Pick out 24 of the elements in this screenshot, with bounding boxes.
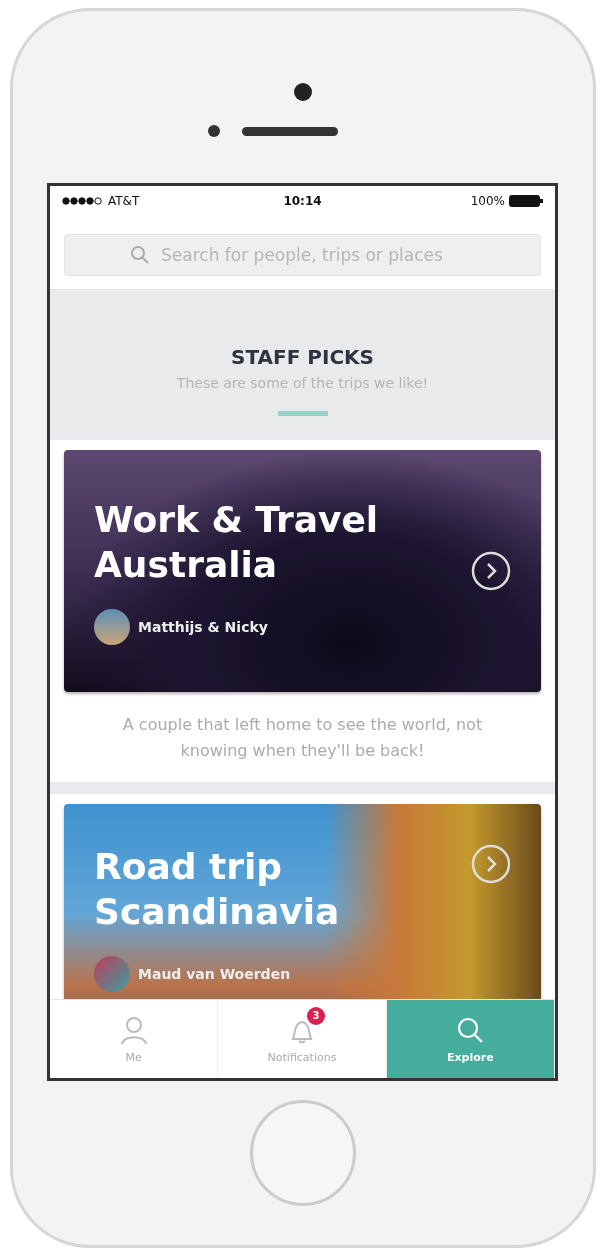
battery-percent: 100%: [470, 194, 505, 208]
avatar-icon: [94, 609, 130, 645]
search-field[interactable]: Search for people, trips or places: [64, 234, 541, 276]
section-title: STAFF PICKS: [231, 345, 374, 369]
person-icon: [118, 1014, 149, 1045]
trip-title: Work & Travel Australia: [94, 498, 380, 587]
tab[interactable]: Explore: [386, 1000, 555, 1078]
notification-badge: 3: [307, 1006, 325, 1025]
carrier-name: AT&T: [108, 194, 140, 208]
chevron-icon[interactable]: [471, 551, 511, 591]
battery-icon: [509, 195, 543, 207]
trip-card[interactable]: Work & Travel Australia Matthijs & Nicky: [64, 450, 541, 692]
avatar-icon: [94, 956, 130, 992]
speaker-icon: [241, 126, 338, 136]
trip-title: Road trip Scandinavia: [94, 845, 341, 934]
camera-icon: [293, 83, 312, 101]
author-name: Matthijs & Nicky: [138, 619, 268, 635]
sensor-icon: [207, 125, 220, 137]
search-icon: [130, 245, 150, 265]
trip-description: A couple that left home to see the world, not knowing when they'll be back!: [121, 714, 484, 762]
signal-icon: [62, 197, 104, 205]
author-name: Maud van Woerden: [138, 966, 291, 982]
status-time: 10:14: [283, 194, 322, 208]
trip-card[interactable]: Road trip Scandinavia Maud van Woerden: [64, 804, 541, 999]
